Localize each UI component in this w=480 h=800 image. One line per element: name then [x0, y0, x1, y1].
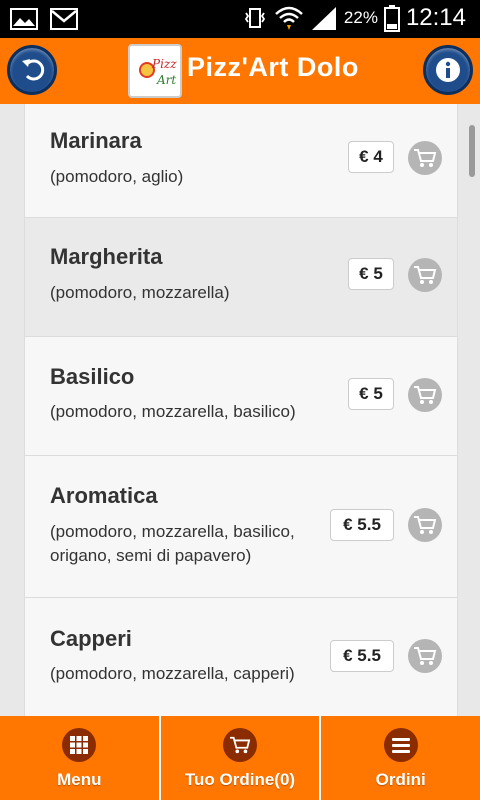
list-item[interactable]: Margherita (pomodoro, mozzarella) € 5: [25, 218, 457, 337]
add-to-cart-button[interactable]: [408, 508, 442, 542]
pizza-name: Aromatica: [50, 483, 158, 508]
status-bar: 22% 12:14: [0, 0, 480, 38]
bottom-nav: Menu Tuo Ordine(0) Ordini: [0, 716, 480, 800]
app-logo: Pizz Art: [128, 44, 182, 98]
app-header: Pizz Art Pizz'Art Dolo: [0, 38, 480, 104]
list-item[interactable]: Capperi (pomodoro, mozzarella, capperi) …: [25, 598, 457, 716]
add-to-cart-button[interactable]: [408, 258, 442, 292]
cart-icon: [414, 266, 437, 284]
battery-icon: [383, 5, 400, 32]
scrollbar-thumb[interactable]: [469, 125, 475, 177]
back-arrow-icon: [22, 59, 45, 81]
back-button[interactable]: [7, 45, 57, 95]
pizza-name: Basilico: [50, 364, 135, 389]
pizza-ingredients: (pomodoro, mozzarella, capperi): [50, 664, 295, 683]
tab-menu[interactable]: Menu: [0, 716, 159, 800]
tab-your-order[interactable]: Tuo Ordine(0): [158, 716, 320, 800]
list-item[interactable]: Aromatica (pomodoro, mozzarella, basilic…: [25, 456, 457, 598]
add-to-cart-button[interactable]: [408, 639, 442, 673]
tab-menu-label: Menu: [57, 770, 102, 789]
tab-orders-label: Ordini: [375, 770, 426, 789]
price-badge: € 4: [348, 141, 394, 173]
pizza-ingredients: (pomodoro, mozzarella, basilico): [50, 402, 296, 421]
pizza-name: Capperi: [50, 626, 132, 651]
add-to-cart-button[interactable]: [408, 378, 442, 412]
pizza-name: Margherita: [50, 244, 163, 269]
pizza-ingredients-line-2: origano, semi di papavero): [50, 546, 252, 565]
info-button[interactable]: [423, 45, 473, 95]
page-title: Pizz'Art Dolo: [187, 52, 359, 82]
pizza-ingredients: (pomodoro, aglio): [50, 167, 184, 186]
tab-orders[interactable]: Ordini: [319, 716, 480, 800]
grid-icon: [62, 728, 97, 762]
cart-icon: [414, 149, 437, 167]
svg-text:Pizz: Pizz: [151, 57, 177, 71]
price-badge: € 5: [348, 258, 394, 290]
add-to-cart-button[interactable]: [408, 141, 442, 175]
tab-your-order-label: Tuo Ordine(0): [184, 770, 296, 789]
price-badge: € 5: [348, 378, 394, 410]
gallery-icon: [10, 8, 38, 30]
clock: 12:14: [405, 4, 466, 31]
list-item[interactable]: Basilico (pomodoro, mozzarella, basilico…: [25, 337, 457, 456]
pizza-list[interactable]: Marinara (pomodoro, aglio) € 4 Margherit…: [24, 104, 458, 716]
gmail-icon: [50, 8, 78, 30]
pizza-ingredients: (pomodoro, mozzarella, basilico, origano…: [50, 520, 295, 568]
signal-icon: [311, 7, 336, 30]
battery-percent: 22%: [343, 8, 378, 27]
info-icon: [436, 58, 460, 82]
price-badge: € 5.5: [330, 509, 394, 541]
cart-icon: [414, 386, 437, 404]
cart-icon: [414, 647, 437, 665]
cart-icon: [223, 728, 257, 762]
pizza-ingredients: (pomodoro, mozzarella): [50, 283, 230, 302]
cart-icon: [414, 516, 437, 534]
pizza-name: Marinara: [50, 128, 142, 153]
list-menu-icon: [383, 728, 418, 762]
pizza-ingredients-line-1: (pomodoro, mozzarella, basilico,: [50, 522, 295, 541]
price-badge: € 5.5: [330, 640, 394, 672]
list-item[interactable]: Marinara (pomodoro, aglio) € 4: [25, 104, 457, 218]
vibrate-icon: [244, 8, 265, 28]
wifi-icon: [275, 6, 303, 30]
svg-text:Art: Art: [156, 73, 176, 87]
